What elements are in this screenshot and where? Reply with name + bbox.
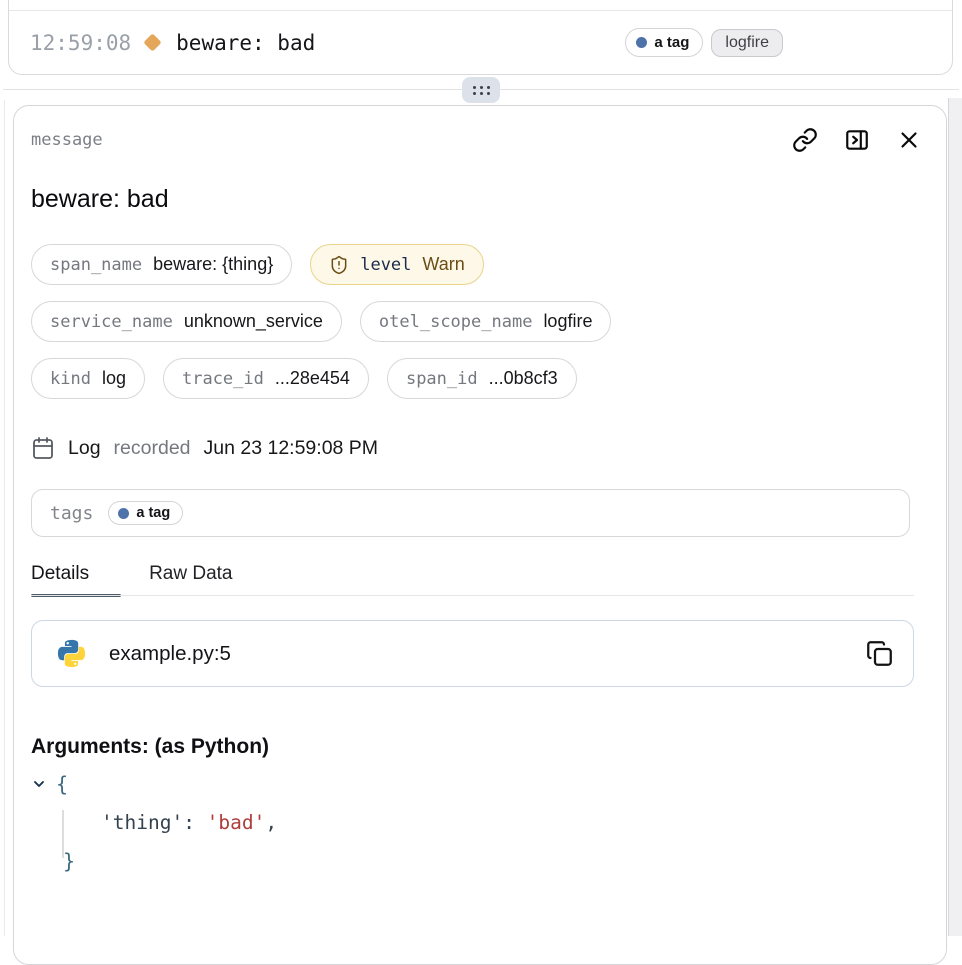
shield-alert-icon xyxy=(329,255,349,275)
row-badges: a tag logfire xyxy=(625,28,783,57)
python-icon xyxy=(56,638,87,669)
tab-details[interactable]: Details xyxy=(31,563,121,596)
span-message-title: beware: bad xyxy=(31,185,922,214)
copy-source-button[interactable] xyxy=(866,640,893,667)
tag-badge-label: a tag xyxy=(654,34,689,51)
chevron-down-icon[interactable] xyxy=(31,776,47,792)
tag-chip-label: a tag xyxy=(136,505,170,521)
copy-link-button[interactable] xyxy=(791,126,818,153)
attr-pill-kind[interactable]: kind log xyxy=(31,358,145,399)
tab-raw-data[interactable]: Raw Data xyxy=(149,563,232,596)
row-message: beware: bad xyxy=(176,31,315,55)
warn-level-diamond-icon xyxy=(143,33,161,51)
scrollbar-gutter[interactable] xyxy=(948,98,962,936)
attribute-pills: span_name beware: {thing} level Warn ser… xyxy=(31,244,922,399)
tag-dot-icon xyxy=(636,37,647,48)
attr-pill-span-name[interactable]: span_name beware: {thing} xyxy=(31,244,292,285)
tabs-underline xyxy=(31,595,914,597)
log-list-card: 12:59:08 beware: bad a tag logfire xyxy=(8,0,953,75)
drag-dots-icon xyxy=(473,86,490,95)
attr-pill-trace-id[interactable]: trace_id ...28e454 xyxy=(163,358,369,399)
row-timestamp: 12:59:08 xyxy=(30,31,131,55)
log-list-row[interactable]: 12:59:08 beware: bad a tag logfire xyxy=(9,11,952,74)
tag-chip[interactable]: a tag xyxy=(108,501,183,525)
close-panel-button[interactable] xyxy=(895,126,922,153)
field-label: message xyxy=(31,130,103,150)
link-icon xyxy=(792,127,818,153)
close-icon xyxy=(896,127,922,153)
detail-tabs: Details Raw Data xyxy=(31,563,922,596)
copy-icon xyxy=(866,640,893,667)
span-detail-panel: message beware: bad xyxy=(13,105,947,965)
attr-pill-level[interactable]: level Warn xyxy=(310,244,484,285)
attr-pill-span-id[interactable]: span_id ...0b8cf3 xyxy=(387,358,577,399)
recorded-datetime: Jun 23 12:59:08 PM xyxy=(204,437,379,460)
indent-guide-line xyxy=(62,810,64,858)
recorded-timestamp-row: Log recorded Jun 23 12:59:08 PM xyxy=(31,436,922,460)
panel-header: message xyxy=(31,126,922,153)
calendar-icon xyxy=(31,436,55,460)
panel-drag-handle[interactable] xyxy=(462,77,500,103)
tag-dot-icon xyxy=(118,508,129,519)
code-entry-line: 'thing': 'bad', xyxy=(31,811,922,834)
source-location: example.py:5 xyxy=(109,642,231,666)
arguments-heading: Arguments: (as Python) xyxy=(31,735,922,759)
attr-pill-service-name[interactable]: service_name unknown_service xyxy=(31,301,342,342)
open-brace: { xyxy=(56,772,68,796)
close-brace: } xyxy=(63,849,75,873)
scope-badge[interactable]: logfire xyxy=(711,29,783,57)
left-edge-line xyxy=(4,100,5,936)
source-location-box[interactable]: example.py:5 xyxy=(31,620,914,687)
recorded-kind: Log xyxy=(68,437,101,460)
tags-label: tags xyxy=(50,503,93,524)
tag-badge[interactable]: a tag xyxy=(625,28,703,57)
open-side-panel-button[interactable] xyxy=(843,126,870,153)
recorded-verb: recorded xyxy=(114,437,191,460)
tags-box: tags a tag xyxy=(31,489,910,537)
attr-pill-otel-scope-name[interactable]: otel_scope_name logfire xyxy=(360,301,612,342)
panel-right-icon xyxy=(844,127,870,153)
arguments-code-block: { 'thing': 'bad', } xyxy=(31,772,922,873)
